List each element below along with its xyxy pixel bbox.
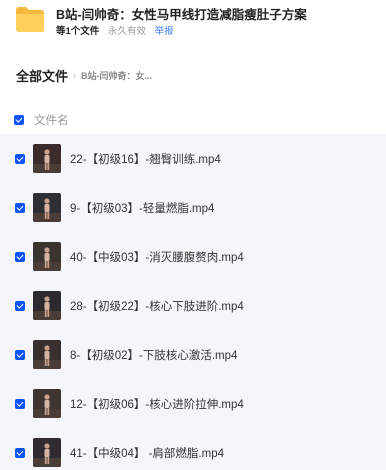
file-row[interactable]: 41-【中级04】 -肩部燃脂.mp4 [0, 428, 386, 470]
file-name: 9-【初级03】-轻量燃脂.mp4 [70, 202, 215, 215]
file-checkbox[interactable] [15, 349, 25, 360]
file-name: 8-【初级02】-下肢核心激活.mp4 [70, 349, 238, 362]
report-link[interactable]: 举报 [155, 26, 174, 37]
breadcrumb-current-folder: B站-闫帅奇：女... [81, 70, 153, 81]
breadcrumb-all-files[interactable]: 全部文件 [16, 66, 68, 85]
file-checkbox[interactable] [15, 398, 25, 409]
file-list: 22-【初级16】-翘臀训练.mp4 9-【初级03】-轻量燃脂.mp4 40-【中… [0, 134, 386, 470]
share-header: B站-闫帅奇：女性马甲线打造减脂瘦肚子方案 等1个文件 永久有效 举报 [0, 0, 386, 50]
breadcrumb: 全部文件 › B站-闫帅奇：女... [16, 66, 152, 84]
file-row[interactable]: 40-【中级03】-消灭腰腹赘肉.mp4 [0, 232, 386, 281]
file-row[interactable]: 8-【初级02】-下肢核心激活.mp4 [0, 330, 386, 379]
file-checkbox[interactable] [15, 251, 25, 262]
video-thumbnail [33, 389, 61, 418]
video-thumbnail [33, 242, 61, 271]
file-row[interactable]: 28-【初级22】-核心下肢进阶.mp4 [0, 281, 386, 330]
file-row[interactable]: 22-【初级16】-翘臀训练.mp4 [0, 134, 386, 183]
file-checkbox[interactable] [15, 202, 25, 213]
video-thumbnail [33, 291, 61, 320]
video-thumbnail [33, 144, 61, 173]
file-name: 28-【初级22】-核心下肢进阶.mp4 [70, 300, 244, 313]
file-name: 12-【初级06】-核心进阶拉伸.mp4 [70, 398, 244, 411]
folder-icon [16, 7, 44, 32]
video-thumbnail [33, 340, 61, 369]
file-checkbox[interactable] [15, 153, 25, 164]
select-all-checkbox[interactable] [14, 115, 24, 125]
file-name: 22-【初级16】-翘臀训练.mp4 [70, 153, 221, 166]
share-meta: 等1个文件 永久有效 举报 [56, 23, 174, 37]
breadcrumb-separator-icon: › [73, 70, 77, 80]
file-checkbox[interactable] [15, 300, 25, 311]
list-column-header: 文件名 [0, 108, 386, 132]
file-name: 40-【中级03】-消灭腰腹赘肉.mp4 [70, 251, 244, 264]
file-row[interactable]: 12-【初级06】-核心进阶拉伸.mp4 [0, 379, 386, 428]
video-thumbnail [33, 193, 61, 222]
column-filename-label: 文件名 [34, 115, 69, 127]
file-name: 41-【中级04】 -肩部燃脂.mp4 [70, 447, 225, 460]
file-row[interactable]: 9-【初级03】-轻量燃脂.mp4 [0, 183, 386, 232]
video-thumbnail [33, 438, 61, 467]
share-title: B站-闫帅奇：女性马甲线打造减脂瘦肚子方案 [56, 8, 307, 22]
file-checkbox[interactable] [15, 447, 25, 458]
file-count: 等1个文件 [56, 26, 100, 37]
validity-text: 永久有效 [107, 26, 146, 37]
